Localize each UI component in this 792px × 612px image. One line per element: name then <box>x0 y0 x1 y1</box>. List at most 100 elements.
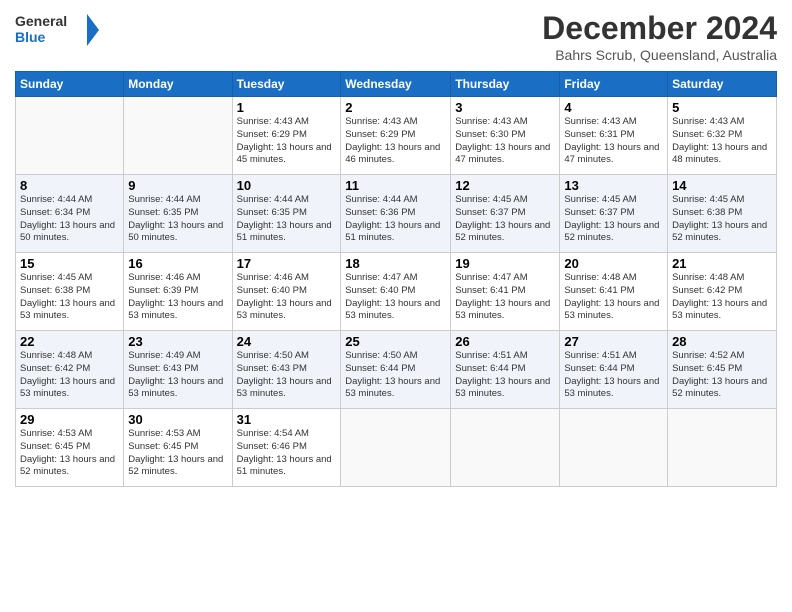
col-monday: Monday <box>124 72 232 97</box>
day-number: 26 <box>455 334 555 349</box>
day-number: 4 <box>564 100 663 115</box>
day-number: 2 <box>345 100 446 115</box>
day-number: 18 <box>345 256 446 271</box>
day-number: 5 <box>672 100 772 115</box>
title-area: December 2024 Bahrs Scrub, Queensland, A… <box>542 10 777 63</box>
table-row: 23Sunrise: 4:49 AMSunset: 6:43 PMDayligh… <box>124 331 232 409</box>
table-row <box>124 97 232 175</box>
table-row: 16Sunrise: 4:46 AMSunset: 6:39 PMDayligh… <box>124 253 232 331</box>
table-row: 19Sunrise: 4:47 AMSunset: 6:41 PMDayligh… <box>451 253 560 331</box>
table-row: 1Sunrise: 4:43 AMSunset: 6:29 PMDaylight… <box>232 97 341 175</box>
day-number: 24 <box>237 334 337 349</box>
day-info: Sunrise: 4:43 AMSunset: 6:30 PMDaylight:… <box>455 116 550 165</box>
table-row: 14Sunrise: 4:45 AMSunset: 6:38 PMDayligh… <box>668 175 777 253</box>
day-info: Sunrise: 4:47 AMSunset: 6:41 PMDaylight:… <box>455 272 550 321</box>
day-info: Sunrise: 4:45 AMSunset: 6:38 PMDaylight:… <box>20 272 115 321</box>
day-number: 28 <box>672 334 772 349</box>
day-number: 31 <box>237 412 337 427</box>
day-number: 29 <box>20 412 119 427</box>
table-row <box>451 409 560 487</box>
logo-svg: General Blue <box>15 10 105 52</box>
day-number: 12 <box>455 178 555 193</box>
day-info: Sunrise: 4:48 AMSunset: 6:42 PMDaylight:… <box>672 272 767 321</box>
day-number: 30 <box>128 412 227 427</box>
svg-text:General: General <box>15 13 67 29</box>
day-info: Sunrise: 4:51 AMSunset: 6:44 PMDaylight:… <box>564 350 659 399</box>
day-number: 25 <box>345 334 446 349</box>
day-info: Sunrise: 4:43 AMSunset: 6:31 PMDaylight:… <box>564 116 659 165</box>
table-row: 20Sunrise: 4:48 AMSunset: 6:41 PMDayligh… <box>560 253 668 331</box>
table-row <box>668 409 777 487</box>
table-row <box>560 409 668 487</box>
day-info: Sunrise: 4:47 AMSunset: 6:40 PMDaylight:… <box>345 272 440 321</box>
day-info: Sunrise: 4:43 AMSunset: 6:29 PMDaylight:… <box>237 116 332 165</box>
col-wednesday: Wednesday <box>341 72 451 97</box>
day-number: 19 <box>455 256 555 271</box>
day-info: Sunrise: 4:48 AMSunset: 6:41 PMDaylight:… <box>564 272 659 321</box>
table-row: 10Sunrise: 4:44 AMSunset: 6:35 PMDayligh… <box>232 175 341 253</box>
day-info: Sunrise: 4:45 AMSunset: 6:37 PMDaylight:… <box>564 194 659 243</box>
table-row <box>16 97 124 175</box>
day-number: 14 <box>672 178 772 193</box>
svg-text:Blue: Blue <box>15 29 46 45</box>
day-number: 10 <box>237 178 337 193</box>
table-row: 12Sunrise: 4:45 AMSunset: 6:37 PMDayligh… <box>451 175 560 253</box>
table-row: 21Sunrise: 4:48 AMSunset: 6:42 PMDayligh… <box>668 253 777 331</box>
day-info: Sunrise: 4:43 AMSunset: 6:29 PMDaylight:… <box>345 116 440 165</box>
calendar-week-2: 8Sunrise: 4:44 AMSunset: 6:34 PMDaylight… <box>16 175 777 253</box>
day-info: Sunrise: 4:44 AMSunset: 6:36 PMDaylight:… <box>345 194 440 243</box>
day-info: Sunrise: 4:50 AMSunset: 6:43 PMDaylight:… <box>237 350 332 399</box>
day-info: Sunrise: 4:50 AMSunset: 6:44 PMDaylight:… <box>345 350 440 399</box>
location: Bahrs Scrub, Queensland, Australia <box>542 47 777 63</box>
day-number: 11 <box>345 178 446 193</box>
table-row: 8Sunrise: 4:44 AMSunset: 6:34 PMDaylight… <box>16 175 124 253</box>
header-row: Sunday Monday Tuesday Wednesday Thursday… <box>16 72 777 97</box>
table-row: 30Sunrise: 4:53 AMSunset: 6:45 PMDayligh… <box>124 409 232 487</box>
day-info: Sunrise: 4:48 AMSunset: 6:42 PMDaylight:… <box>20 350 115 399</box>
day-info: Sunrise: 4:51 AMSunset: 6:44 PMDaylight:… <box>455 350 550 399</box>
col-friday: Friday <box>560 72 668 97</box>
day-number: 20 <box>564 256 663 271</box>
day-number: 9 <box>128 178 227 193</box>
day-number: 8 <box>20 178 119 193</box>
table-row: 11Sunrise: 4:44 AMSunset: 6:36 PMDayligh… <box>341 175 451 253</box>
day-number: 23 <box>128 334 227 349</box>
day-info: Sunrise: 4:45 AMSunset: 6:38 PMDaylight:… <box>672 194 767 243</box>
table-row: 29Sunrise: 4:53 AMSunset: 6:45 PMDayligh… <box>16 409 124 487</box>
day-number: 22 <box>20 334 119 349</box>
table-row: 17Sunrise: 4:46 AMSunset: 6:40 PMDayligh… <box>232 253 341 331</box>
table-row: 9Sunrise: 4:44 AMSunset: 6:35 PMDaylight… <box>124 175 232 253</box>
day-info: Sunrise: 4:45 AMSunset: 6:37 PMDaylight:… <box>455 194 550 243</box>
calendar-week-4: 22Sunrise: 4:48 AMSunset: 6:42 PMDayligh… <box>16 331 777 409</box>
col-sunday: Sunday <box>16 72 124 97</box>
table-row: 13Sunrise: 4:45 AMSunset: 6:37 PMDayligh… <box>560 175 668 253</box>
day-number: 3 <box>455 100 555 115</box>
day-info: Sunrise: 4:54 AMSunset: 6:46 PMDaylight:… <box>237 428 332 477</box>
col-tuesday: Tuesday <box>232 72 341 97</box>
calendar-table: Sunday Monday Tuesday Wednesday Thursday… <box>15 71 777 487</box>
day-number: 15 <box>20 256 119 271</box>
day-info: Sunrise: 4:49 AMSunset: 6:43 PMDaylight:… <box>128 350 223 399</box>
day-info: Sunrise: 4:44 AMSunset: 6:35 PMDaylight:… <box>128 194 223 243</box>
day-info: Sunrise: 4:44 AMSunset: 6:34 PMDaylight:… <box>20 194 115 243</box>
calendar-week-5: 29 Sunrise: 4:53 AMSunset: 6:45 PMDayligh… <box>16 409 777 487</box>
day-info: Sunrise: 4:53 AMSunset: 6:45 PMDaylight:… <box>128 428 223 477</box>
table-row: 3Sunrise: 4:43 AMSunset: 6:30 PMDaylight… <box>451 97 560 175</box>
table-row: 28Sunrise: 4:52 AMSunset: 6:45 PMDayligh… <box>668 331 777 409</box>
day-number: 16 <box>128 256 227 271</box>
day-info: Sunrise: 4:43 AMSunset: 6:32 PMDaylight:… <box>672 116 767 165</box>
day-info: Sunrise: 4:46 AMSunset: 6:39 PMDaylight:… <box>128 272 223 321</box>
day-number: 17 <box>237 256 337 271</box>
table-row <box>341 409 451 487</box>
day-number: 1 <box>237 100 337 115</box>
table-row: 31Sunrise: 4:54 AMSunset: 6:46 PMDayligh… <box>232 409 341 487</box>
table-row: 27Sunrise: 4:51 AMSunset: 6:44 PMDayligh… <box>560 331 668 409</box>
table-row: 5Sunrise: 4:43 AMSunset: 6:32 PMDaylight… <box>668 97 777 175</box>
table-row: 15Sunrise: 4:45 AMSunset: 6:38 PMDayligh… <box>16 253 124 331</box>
day-info: Sunrise: 4:46 AMSunset: 6:40 PMDaylight:… <box>237 272 332 321</box>
calendar-week-3: 15Sunrise: 4:45 AMSunset: 6:38 PMDayligh… <box>16 253 777 331</box>
logo: General Blue <box>15 10 105 52</box>
table-row: 26Sunrise: 4:51 AMSunset: 6:44 PMDayligh… <box>451 331 560 409</box>
calendar-week-1: 1Sunrise: 4:43 AMSunset: 6:29 PMDaylight… <box>16 97 777 175</box>
table-row: 25Sunrise: 4:50 AMSunset: 6:44 PMDayligh… <box>341 331 451 409</box>
